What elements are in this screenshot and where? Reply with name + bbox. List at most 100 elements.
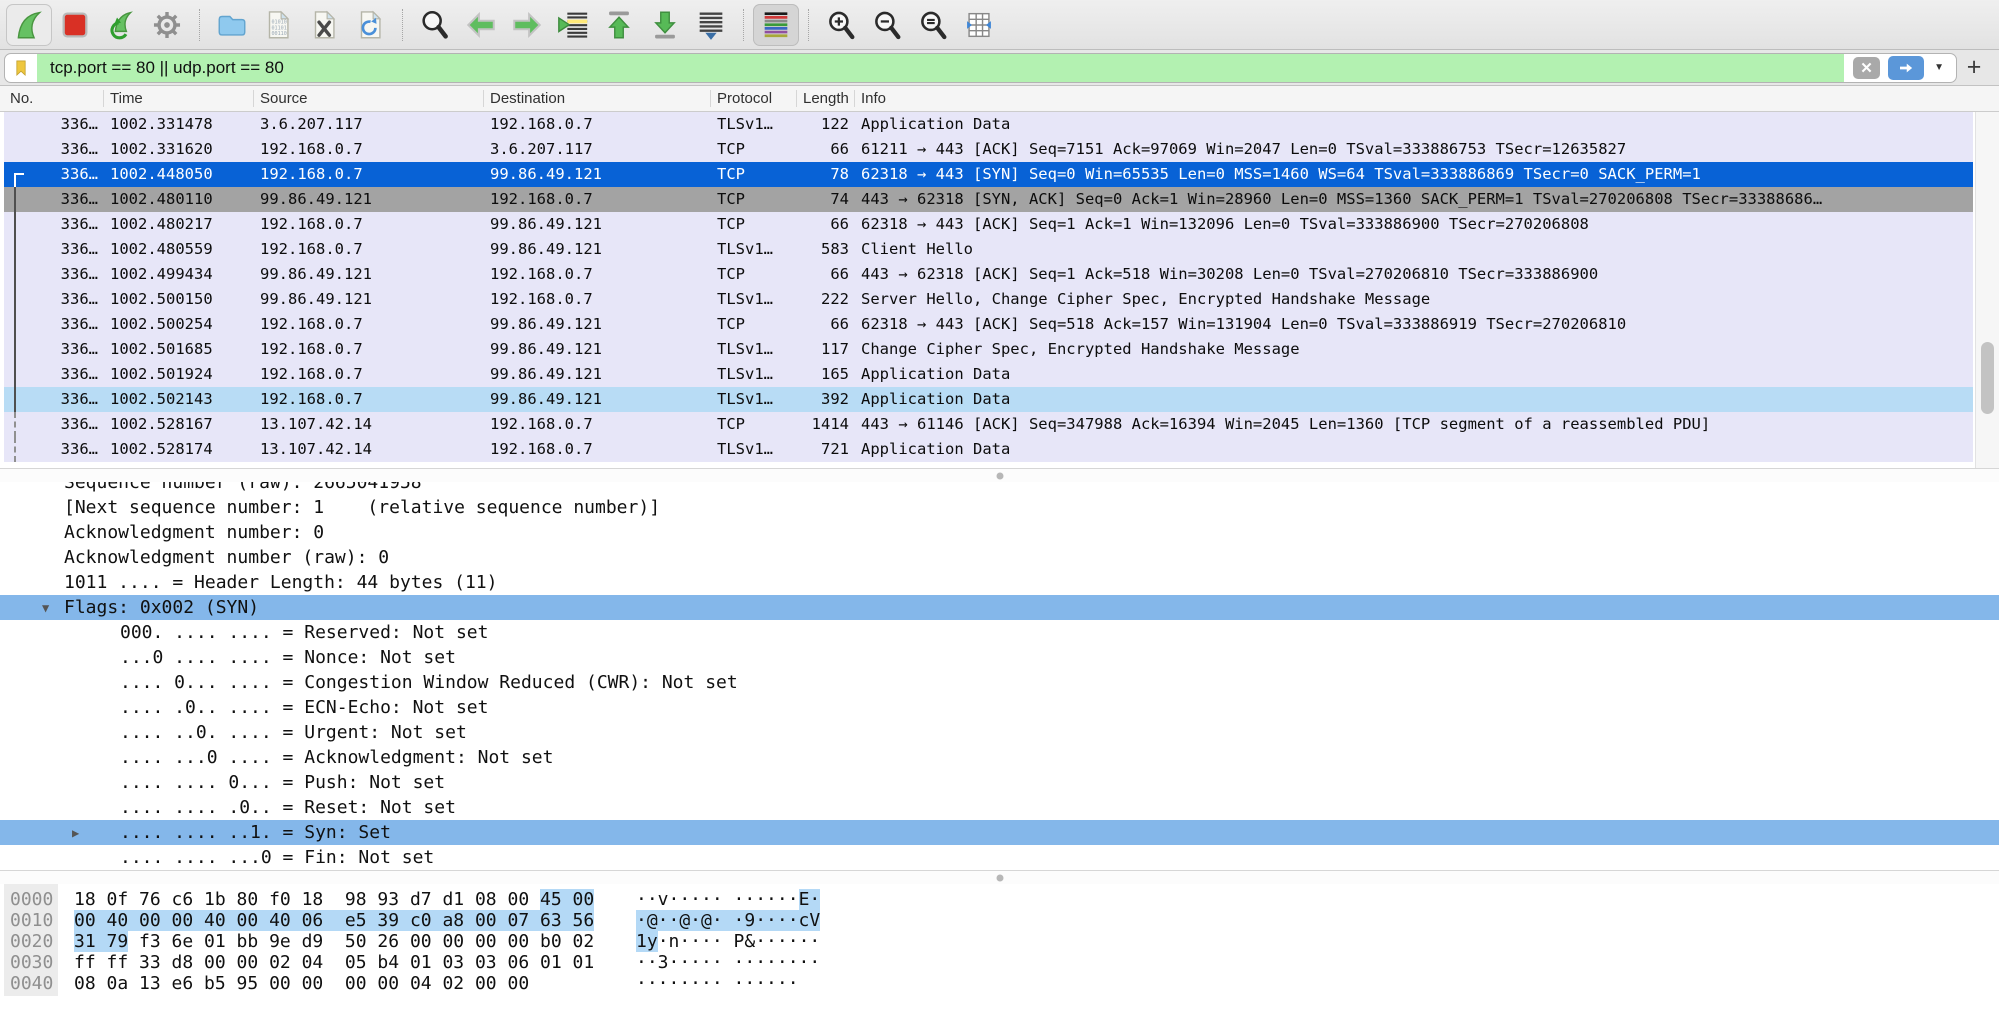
hex-ascii[interactable]: ··v····· ······E· <box>636 889 820 910</box>
filter-bookmark-icon[interactable] <box>5 54 37 82</box>
detail-line[interactable]: Acknowledgment number: 0 <box>0 520 1999 545</box>
packet-row[interactable]: 336…1002.48011099.86.49.121192.168.0.7TC… <box>4 187 1973 212</box>
auto-scroll-icon <box>694 8 728 42</box>
scrollbar-thumb[interactable] <box>1981 342 1994 414</box>
zoom-out-button[interactable] <box>864 4 910 46</box>
resize-columns-button[interactable] <box>956 4 1002 46</box>
packet-row[interactable]: 336…1002.480559192.168.0.799.86.49.121TL… <box>4 237 1973 262</box>
go-back-button[interactable] <box>458 4 504 46</box>
detail-line[interactable]: [Next sequence number: 1 (relative seque… <box>0 495 1999 520</box>
expand-arrow-icon[interactable]: ▶ <box>72 821 79 846</box>
auto-scroll-button[interactable] <box>688 4 734 46</box>
detail-line[interactable]: Acknowledgment number (raw): 0 <box>0 545 1999 570</box>
column-header-source[interactable]: Source <box>254 90 484 107</box>
column-header-protocol[interactable]: Protocol <box>711 90 797 107</box>
filter-add-button[interactable]: + <box>1957 53 1991 82</box>
detail-text: .... .... 0... = Push: Not set <box>120 772 445 793</box>
detail-line[interactable]: 000. .... .... = Reserved: Not set <box>0 620 1999 645</box>
go-to-last-button[interactable] <box>642 4 688 46</box>
packet-row[interactable]: 336…1002.331620192.168.0.73.6.207.117TCP… <box>4 137 1973 162</box>
hex-row[interactable]: 004008 0a 13 e6 b5 95 00 00 00 00 04 02 … <box>0 973 1999 994</box>
cell-proto: TLSv1… <box>711 237 797 262</box>
hex-bytes[interactable]: ff ff 33 d8 00 00 02 04 05 b4 01 03 03 0… <box>74 952 614 973</box>
packet-list-scrollbar[interactable] <box>1975 112 1999 468</box>
cell-src: 13.107.42.14 <box>254 412 484 437</box>
find-packet-button[interactable] <box>412 4 458 46</box>
save-file-button[interactable]: 010100110100110 <box>255 4 301 46</box>
column-header-destination[interactable]: Destination <box>484 90 711 107</box>
colorize-packets-button[interactable] <box>753 4 799 46</box>
go-to-first-button[interactable] <box>596 4 642 46</box>
filter-clear-icon[interactable]: ✕ <box>1853 57 1880 79</box>
hex-ascii[interactable]: ··3····· ········ <box>636 952 820 973</box>
details-bytes-splitter[interactable] <box>0 870 1999 884</box>
hex-bytes[interactable]: 18 0f 76 c6 1b 80 f0 18 98 93 d7 d1 08 0… <box>74 889 614 910</box>
zoom-in-button[interactable] <box>818 4 864 46</box>
hex-bytes[interactable]: 31 79 f3 6e 01 bb 9e d9 50 26 00 00 00 0… <box>74 931 614 952</box>
packet-row[interactable]: 336…1002.500254192.168.0.799.86.49.121TC… <box>4 312 1973 337</box>
packet-details-pane: Sequence number (raw): 2665041958[Next s… <box>0 482 1999 870</box>
packet-row[interactable]: 336…1002.3314783.6.207.117192.168.0.7TLS… <box>4 112 1973 137</box>
detail-line[interactable]: .... .... ...0 = Fin: Not set <box>0 845 1999 870</box>
open-file-button[interactable] <box>209 4 255 46</box>
reload-file-button[interactable] <box>347 4 393 46</box>
cell-time: 1002.501924 <box>104 362 254 387</box>
zoom-reset-button[interactable] <box>910 4 956 46</box>
cell-time: 1002.480217 <box>104 212 254 237</box>
packet-row[interactable]: 336…1002.502143192.168.0.799.86.49.121TL… <box>4 387 1973 412</box>
hex-offset: 0000 <box>4 889 58 910</box>
collapse-arrow-icon[interactable]: ▼ <box>42 596 49 621</box>
hex-row[interactable]: 002031 79 f3 6e 01 bb 9e d9 50 26 00 00 … <box>0 931 1999 952</box>
hex-row[interactable]: 0000 18 0f 76 c6 1b 80 f0 18 98 93 d7 d1 … <box>0 889 1999 910</box>
hex-bytes[interactable]: 08 0a 13 e6 b5 95 00 00 00 00 04 02 00 0… <box>74 973 614 994</box>
column-header-no[interactable]: No. <box>4 90 104 107</box>
splitter-handle-icon <box>996 472 1003 479</box>
stop-capture-button[interactable] <box>52 4 98 46</box>
packet-row[interactable]: 336…1002.480217192.168.0.799.86.49.121TC… <box>4 212 1973 237</box>
hex-row[interactable]: 001000 40 00 00 40 00 40 06 e5 39 c0 a8 … <box>0 910 1999 931</box>
cell-proto: TLSv1… <box>711 287 797 312</box>
detail-text: ...0 .... .... = Nonce: Not set <box>120 647 456 668</box>
packet-row[interactable]: 336…1002.52816713.107.42.14192.168.0.7TC… <box>4 412 1973 437</box>
packet-row[interactable]: 336…1002.52817413.107.42.14192.168.0.7TL… <box>4 437 1973 462</box>
filter-dropdown-caret-icon[interactable]: ▼ <box>1934 62 1944 73</box>
packet-row[interactable]: 336…1002.501685192.168.0.799.86.49.121TL… <box>4 337 1973 362</box>
packet-row[interactable]: 336…1002.50015099.86.49.121192.168.0.7TL… <box>4 287 1973 312</box>
detail-line[interactable]: ▶.... .... ..1. = Syn: Set <box>0 820 1999 845</box>
packetlist-details-splitter[interactable] <box>0 468 1999 482</box>
detail-line[interactable]: .... .... .0.. = Reset: Not set <box>0 795 1999 820</box>
detail-line[interactable]: .... .0.. .... = ECN-Echo: Not set <box>0 695 1999 720</box>
capture-options-button[interactable] <box>144 4 190 46</box>
main-toolbar: 010100110100110 <box>0 0 1999 50</box>
detail-line[interactable]: .... .... 0... = Push: Not set <box>0 770 1999 795</box>
column-header-time[interactable]: Time <box>104 90 254 107</box>
detail-line[interactable]: ▼Flags: 0x002 (SYN) <box>0 595 1999 620</box>
hex-ascii[interactable]: ········ ······ <box>636 973 799 994</box>
close-file-button[interactable] <box>301 4 347 46</box>
start-capture-button[interactable] <box>6 4 52 46</box>
filter-apply-button[interactable] <box>1888 56 1924 80</box>
packet-row[interactable]: 336…1002.501924192.168.0.799.86.49.121TL… <box>4 362 1973 387</box>
column-header-info[interactable]: Info <box>855 90 1999 107</box>
hex-ascii[interactable]: ·@··@·@· ·9····cV <box>636 910 820 931</box>
cell-time: 1002.480110 <box>104 187 254 212</box>
go-forward-button[interactable] <box>504 4 550 46</box>
save-file-icon: 010100110100110 <box>261 8 295 42</box>
display-filter-field[interactable]: tcp.port == 80 || udp.port == 80 ✕ ▼ <box>4 53 1957 83</box>
packet-row[interactable]: 336…1002.49943499.86.49.121192.168.0.7TC… <box>4 262 1973 287</box>
detail-line[interactable]: Sequence number (raw): 2665041958 <box>0 482 1999 495</box>
cell-len: 117 <box>797 337 855 362</box>
detail-line[interactable]: .... ...0 .... = Acknowledgment: Not set <box>0 745 1999 770</box>
column-header-length[interactable]: Length <box>797 90 855 107</box>
hex-row[interactable]: 0030ff ff 33 d8 00 00 02 04 05 b4 01 03 … <box>0 952 1999 973</box>
hex-ascii[interactable]: 1y·n···· P&······ <box>636 931 820 952</box>
detail-line[interactable]: .... 0... .... = Congestion Window Reduc… <box>0 670 1999 695</box>
detail-line[interactable]: ...0 .... .... = Nonce: Not set <box>0 645 1999 670</box>
detail-line[interactable]: 1011 .... = Header Length: 44 bytes (11) <box>0 570 1999 595</box>
filter-input[interactable]: tcp.port == 80 || udp.port == 80 <box>37 54 1844 82</box>
packet-row[interactable]: 336…1002.448050192.168.0.799.86.49.121TC… <box>4 162 1973 187</box>
hex-bytes[interactable]: 00 40 00 00 40 00 40 06 e5 39 c0 a8 00 0… <box>74 910 614 931</box>
detail-line[interactable]: .... ..0. .... = Urgent: Not set <box>0 720 1999 745</box>
go-to-packet-button[interactable] <box>550 4 596 46</box>
restart-capture-button[interactable] <box>98 4 144 46</box>
